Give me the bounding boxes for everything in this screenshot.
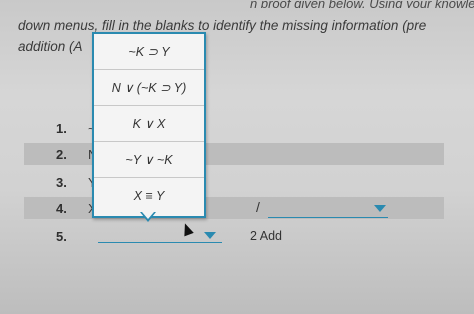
statement-dropdown-menu: ~K ⊃ Y N ∨ (~K ⊃ Y) K ∨ X ~Y ∨ ~K X ≡ Y	[92, 32, 206, 218]
dropdown-option-2[interactable]: N ∨ (~K ⊃ Y)	[94, 70, 204, 106]
row-4-justification-select[interactable]	[268, 201, 388, 218]
instructions-line-1: down menus, fill in the blanks to identi…	[18, 18, 427, 33]
proof-exercise-page: n proof given below. Using your knowle d…	[0, 0, 474, 314]
row-4-separator: /	[256, 199, 260, 215]
row-number-3: 3.	[56, 175, 67, 190]
dropdown-option-4[interactable]: ~Y ∨ ~K	[94, 142, 204, 178]
dropdown-option-5[interactable]: X ≡ Y	[94, 178, 204, 214]
row-number-4: 4.	[56, 201, 67, 216]
row-number-5: 5.	[56, 229, 67, 244]
row-number-2: 2.	[56, 147, 67, 162]
proof-row-band-2	[24, 143, 444, 165]
dropdown-pointer-fill	[142, 212, 154, 219]
dropdown-option-1[interactable]: ~K ⊃ Y	[94, 34, 204, 70]
dropdown-option-3[interactable]: K ∨ X	[94, 106, 204, 142]
chevron-down-icon	[374, 205, 386, 212]
row-5-statement-select[interactable]	[98, 228, 222, 243]
instructions-cut-line: n proof given below. Using your knowle	[250, 0, 474, 8]
row-number-1: 1.	[56, 121, 67, 136]
row-5-justification: 2 Add	[250, 229, 282, 243]
instructions-line-2: addition (A	[18, 39, 83, 54]
chevron-down-icon	[204, 232, 216, 239]
